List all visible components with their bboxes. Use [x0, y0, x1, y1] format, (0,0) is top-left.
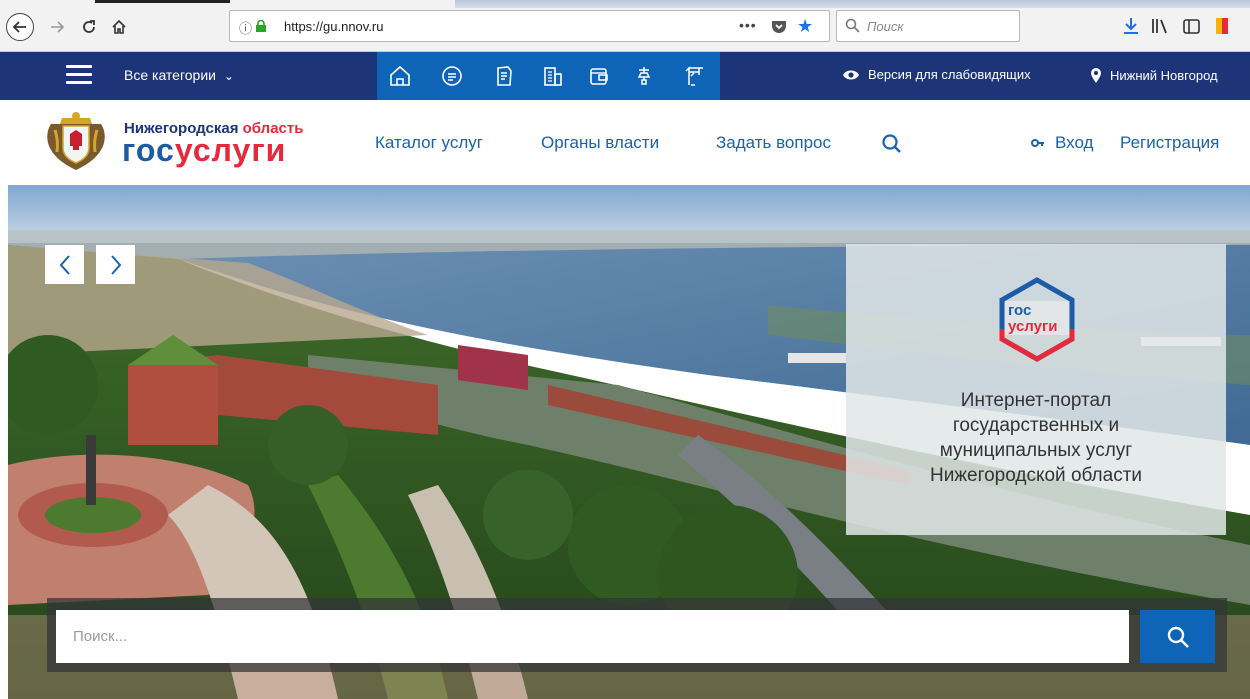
browser-search-placeholder: Поиск — [867, 19, 904, 34]
category-icon-strip — [377, 52, 720, 100]
home-button[interactable] — [106, 14, 132, 40]
library-icon[interactable] — [1150, 16, 1170, 36]
service-search-button[interactable] — [1140, 610, 1215, 663]
hero-banner: гос услуги Интернет-портал государственн… — [8, 185, 1250, 699]
menu-authorities-link[interactable]: Органы власти — [541, 133, 659, 153]
city-selector[interactable]: Нижний Новгород — [1090, 67, 1218, 83]
browser-toolbar: ⓘ https://gu.nnov.ru ••• ★ Поиск — [0, 0, 1250, 52]
promo-description: Интернет-портал государственных и муници… — [846, 388, 1226, 488]
chat-icon[interactable] — [440, 64, 464, 88]
search-icon — [1167, 626, 1189, 648]
menu-catalog-link[interactable]: Каталог услуг — [375, 133, 483, 153]
promo-logo-uslugi: услуги — [1008, 318, 1057, 335]
arrow-right-icon — [51, 21, 65, 33]
info-icon[interactable]: ⓘ — [239, 18, 252, 37]
promo-line: Нижегородской области — [929, 465, 1143, 486]
home-icon[interactable] — [388, 64, 412, 88]
chevron-left-icon — [59, 254, 70, 275]
promo-line: муниципальных услуг — [939, 440, 1133, 461]
service-search-input[interactable] — [56, 610, 1129, 663]
all-categories-label: Все категории — [124, 67, 216, 83]
all-categories-dropdown[interactable]: Все категории ⌄ — [124, 67, 234, 83]
utilities-icon[interactable] — [634, 64, 658, 88]
hamburger-menu-icon[interactable] — [66, 65, 92, 85]
coat-of-arms-logo[interactable] — [45, 110, 107, 174]
arrow-left-icon — [12, 21, 26, 33]
carousel-prev-button[interactable] — [45, 245, 84, 284]
wallet-icon[interactable] — [587, 64, 611, 88]
forward-button[interactable] — [44, 14, 70, 40]
brand-gosuslugi-wordmark[interactable]: госуслуги — [122, 132, 286, 169]
login-label: Вход — [1055, 133, 1094, 152]
page-actions-icon[interactable]: ••• — [739, 17, 757, 33]
impaired-version-link[interactable]: Версия для слабовидящих — [842, 67, 1031, 82]
chevron-down-icon: ⌄ — [223, 69, 234, 83]
reload-icon — [83, 20, 95, 33]
back-button[interactable] — [6, 13, 34, 41]
browser-search-field[interactable]: Поиск — [836, 10, 1020, 42]
portal-promo-panel: гос услуги Интернет-портал государственн… — [846, 244, 1226, 535]
key-icon — [1031, 139, 1044, 147]
promo-logo-gos: гос — [1008, 302, 1031, 319]
carousel-next-button[interactable] — [96, 245, 135, 284]
gosuslugi-logo: гос услуги — [999, 277, 1075, 362]
search-icon — [845, 18, 860, 33]
download-icon[interactable] — [1121, 16, 1141, 36]
site-header: Нижегородская область госуслуги Каталог … — [0, 100, 1250, 185]
home-icon — [112, 19, 126, 34]
address-bar[interactable]: ⓘ https://gu.nnov.ru ••• ★ — [229, 10, 830, 42]
promo-line: государственных и — [952, 415, 1120, 436]
impaired-version-label: Версия для слабовидящих — [868, 67, 1031, 82]
login-link[interactable]: Вход — [1031, 133, 1093, 153]
lock-icon — [256, 20, 266, 32]
pocket-icon[interactable] — [771, 19, 787, 34]
hero-search-bar — [47, 598, 1227, 672]
document-icon[interactable] — [492, 64, 516, 88]
promo-line: Интернет-портал — [960, 390, 1112, 411]
crane-icon[interactable] — [682, 64, 706, 88]
sidebar-icon[interactable] — [1181, 16, 1201, 36]
url-text[interactable]: https://gu.nnov.ru — [284, 19, 384, 34]
chevron-right-icon — [110, 254, 121, 275]
location-pin-icon — [1091, 68, 1101, 83]
menu-ask-question-link[interactable]: Задать вопрос — [716, 133, 831, 153]
reload-button[interactable] — [76, 14, 102, 40]
site-top-nav: Все категории ⌄ Версия для слабовидящих … — [0, 52, 1250, 100]
brand-gos: гос — [122, 132, 175, 168]
bookmark-star-icon[interactable]: ★ — [797, 16, 813, 37]
extension-flag-icon[interactable] — [1212, 16, 1236, 36]
search-icon[interactable] — [881, 133, 903, 155]
eye-icon — [843, 70, 859, 79]
city-label: Нижний Новгород — [1110, 67, 1218, 83]
brand-uslugi: услуги — [174, 132, 287, 168]
register-link[interactable]: Регистрация — [1120, 133, 1219, 153]
building-icon[interactable] — [541, 64, 565, 88]
